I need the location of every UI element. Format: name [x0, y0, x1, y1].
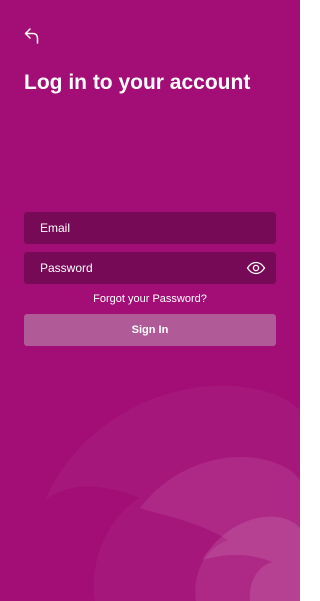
- sign-in-button[interactable]: Sign In: [24, 314, 276, 346]
- login-screen: Log in to your account Forgot your Passw…: [0, 0, 300, 601]
- forgot-password-link[interactable]: Forgot your Password?: [0, 292, 300, 306]
- email-field[interactable]: [24, 212, 240, 244]
- back-arrow-icon: [24, 28, 39, 44]
- email-field-container: [24, 212, 276, 244]
- password-field[interactable]: [24, 252, 240, 284]
- eye-icon: [246, 261, 266, 275]
- show-password-toggle[interactable]: [246, 260, 266, 276]
- page-title: Log in to your account: [24, 71, 251, 94]
- password-field-container: [24, 252, 276, 284]
- back-button[interactable]: [18, 22, 46, 50]
